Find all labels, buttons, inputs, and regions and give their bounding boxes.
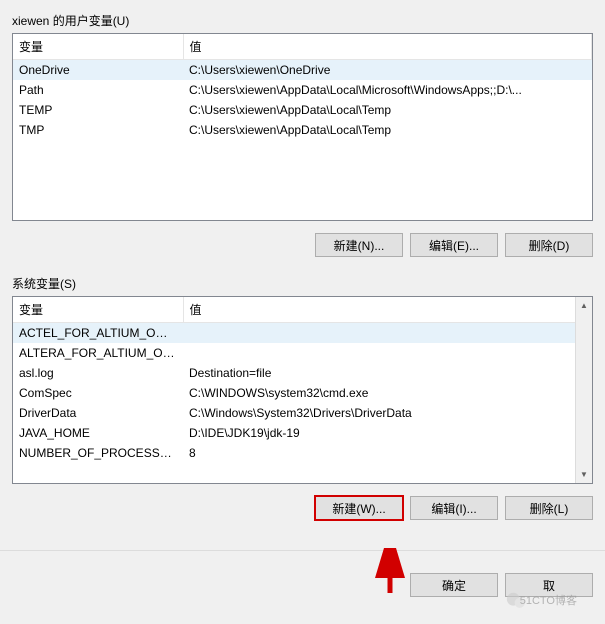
watermark-text: 51CTO博客 [520,592,577,608]
system-delete-button[interactable]: 删除(L) [505,496,593,520]
user-delete-button[interactable]: 删除(D) [505,233,593,257]
table-row[interactable]: TEMPC:\Users\xiewen\AppData\Local\Temp [13,100,592,120]
user-edit-button[interactable]: 编辑(E)... [410,233,498,257]
table-row[interactable]: OneDriveC:\Users\xiewen\OneDrive [13,60,592,81]
col-header-value[interactable]: 值 [183,297,592,323]
scroll-up-icon[interactable]: ▲ [576,297,592,314]
scroll-down-icon[interactable]: ▼ [576,466,592,483]
system-new-button[interactable]: 新建(W)... [315,496,403,520]
system-vars-label: 系统变量(S) [12,275,593,292]
user-vars-label: xiewen 的用户变量(U) [12,12,593,29]
table-row[interactable]: PathC:\Users\xiewen\AppData\Local\Micros… [13,80,592,100]
table-row[interactable]: ALTERA_FOR_ALTIUM_OV... [13,343,592,363]
table-row[interactable]: JAVA_HOMED:\IDE\JDK19\jdk-19 [13,423,592,443]
user-vars-table[interactable]: 变量 值 OneDriveC:\Users\xiewen\OneDrive Pa… [12,33,593,221]
ok-button[interactable]: 确定 [410,573,498,597]
col-header-name[interactable]: 变量 [13,297,183,323]
col-header-value[interactable]: 值 [183,34,592,60]
table-row[interactable]: ComSpecC:\WINDOWS\system32\cmd.exe [13,383,592,403]
table-row[interactable]: ACTEL_FOR_ALTIUM_OVE... [13,323,592,344]
table-row[interactable]: DriverDataC:\Windows\System32\Drivers\Dr… [13,403,592,423]
scrollbar[interactable]: ▲ ▼ [575,297,592,483]
system-vars-table[interactable]: 变量 值 ACTEL_FOR_ALTIUM_OVE... ALTERA_FOR_… [12,296,593,484]
col-header-name[interactable]: 变量 [13,34,183,60]
user-new-button[interactable]: 新建(N)... [315,233,403,257]
table-row[interactable]: asl.logDestination=file [13,363,592,383]
table-row[interactable]: NUMBER_OF_PROCESSORS8 [13,443,592,463]
table-row[interactable]: TMPC:\Users\xiewen\AppData\Local\Temp [13,120,592,140]
system-edit-button[interactable]: 编辑(I)... [410,496,498,520]
